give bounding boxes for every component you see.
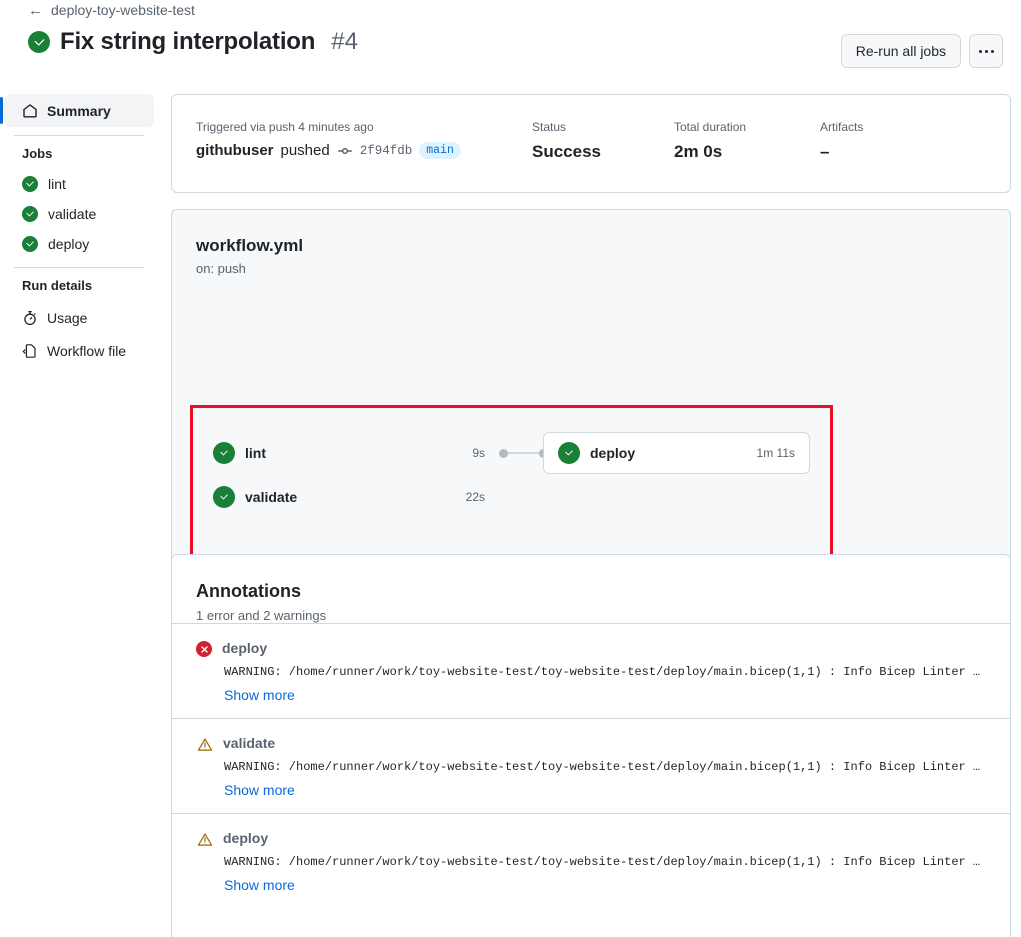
artifacts-column: Artifacts – [820,121,863,162]
git-commit-icon [337,143,353,159]
duration-column: Total duration 2m 0s [674,121,820,162]
sidebar-item-workflow-file[interactable]: Workflow file [4,334,154,367]
sidebar-job-validate[interactable]: validate [0,199,158,229]
sidebar-job-deploy[interactable]: deploy [0,229,158,259]
annotations-header: Annotations 1 error and 2 warnings [172,555,1010,623]
page-title: Fix string interpolation [60,28,316,55]
code-file-icon [22,343,38,359]
annotations-subtitle: 1 error and 2 warnings [196,608,327,623]
sidebar-item-summary[interactable]: Summary [0,94,154,127]
sidebar-divider-2 [14,267,144,268]
kebab-horizontal-icon [978,49,994,53]
annotations-card: Annotations 1 error and 2 warnings deplo… [171,554,1011,937]
sidebar-item-usage-label: Usage [47,309,88,326]
check-circle-success-icon [22,176,38,192]
run-summary-grid: Triggered via push 4 minutes ago githubu… [172,95,1010,162]
sidebar-job-label: validate [48,206,97,222]
job-group-container [172,210,174,212]
commit-sha[interactable]: 2f94fdb [360,144,413,158]
warning-triangle-icon [196,831,213,847]
show-more-link[interactable]: Show more [224,687,986,703]
sidebar-job-lint[interactable]: lint [0,169,158,199]
trigger-user[interactable]: githubuser [196,142,274,159]
annotation-item: deploy WARNING: /home/runner/work/toy-we… [172,623,1010,718]
warning-triangle-icon [196,736,213,752]
sidebar-item-workflow-file-label: Workflow file [47,342,127,359]
status-value: Success [532,142,601,161]
annotation-message: WARNING: /home/runner/work/toy-website-t… [224,665,981,679]
home-icon [22,103,38,119]
error-circle-icon [196,641,212,657]
stopwatch-icon [22,310,38,326]
sidebar-job-label: deploy [48,236,90,252]
annotations-title: Annotations [196,581,301,601]
artifacts-value: – [820,142,830,161]
annotation-job-name: deploy [222,640,268,656]
sidebar-divider-1 [14,135,144,136]
rerun-all-jobs-button[interactable]: Re-run all jobs [840,34,961,68]
duration-label: Total duration [674,120,747,134]
annotation-header: deploy [196,640,986,657]
sidebar-jobs-heading: Jobs [22,146,53,161]
sidebar: Summary Jobs lint validate deploy Run de… [0,94,158,367]
sidebar-item-summary-label: Summary [47,102,111,119]
header-actions: Re-run all jobs [840,34,1003,68]
run-summary-card: Triggered via push 4 minutes ago githubu… [171,94,1011,193]
workflow-run-page: ← deploy-toy-website-test Fix string int… [0,0,1021,937]
run-number: #4 [331,28,358,55]
annotation-job-name: validate [223,735,276,751]
sidebar-item-usage[interactable]: Usage [4,301,154,334]
trigger-label: Triggered via push 4 minutes ago [196,120,374,134]
breadcrumb-workflow-name[interactable]: deploy-toy-website-test [51,2,195,18]
show-more-link[interactable]: Show more [224,877,986,893]
check-circle-success-icon [22,236,38,252]
show-more-link[interactable]: Show more [224,782,986,798]
annotation-job-name: deploy [223,830,269,846]
breadcrumb[interactable]: ← deploy-toy-website-test [28,2,195,18]
trigger-column: Triggered via push 4 minutes ago githubu… [196,121,532,162]
duration-value: 2m 0s [674,142,723,161]
artifacts-label: Artifacts [820,120,864,134]
annotation-header: deploy [196,830,986,847]
annotation-item: validate WARNING: /home/runner/work/toy-… [172,718,1010,813]
status-column: Status Success [532,121,674,162]
highlight-annotation-box [190,405,833,561]
sidebar-run-details-heading: Run details [22,278,93,293]
annotation-header: validate [196,735,986,752]
arrow-left-icon[interactable]: ← [28,3,43,18]
check-circle-success-icon [22,206,38,222]
page-title-row: Fix string interpolation #4 [28,28,358,56]
annotation-message: WARNING: /home/runner/work/toy-website-t… [224,760,981,774]
check-circle-success-icon [28,31,50,53]
sidebar-job-label: lint [48,176,66,192]
trigger-value: githubuser pushed 2f94fdb main [196,142,532,159]
trigger-action: pushed [280,142,330,159]
annotation-item: deploy WARNING: /home/runner/work/toy-we… [172,813,1010,908]
annotation-message: WARNING: /home/runner/work/toy-website-t… [224,855,981,869]
status-label: Status [532,120,567,134]
more-options-button[interactable] [969,34,1003,68]
branch-badge[interactable]: main [419,142,461,159]
